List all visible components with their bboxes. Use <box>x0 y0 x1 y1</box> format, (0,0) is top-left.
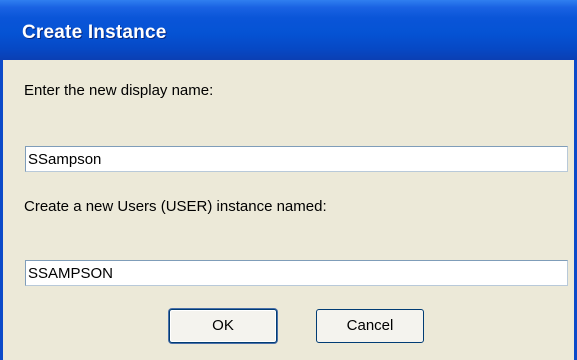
instance-name-input[interactable] <box>25 260 568 286</box>
create-instance-dialog: Create Instance Enter the new display na… <box>0 0 577 360</box>
display-name-input[interactable] <box>25 146 568 172</box>
title-bar[interactable]: Create Instance <box>0 0 577 60</box>
instance-name-label: Create a new Users (USER) instance named… <box>24 198 327 215</box>
display-name-label: Enter the new display name: <box>24 82 214 99</box>
ok-button[interactable]: OK <box>169 309 277 343</box>
dialog-title: Create Instance <box>22 22 167 43</box>
cancel-button[interactable]: Cancel <box>316 309 424 343</box>
